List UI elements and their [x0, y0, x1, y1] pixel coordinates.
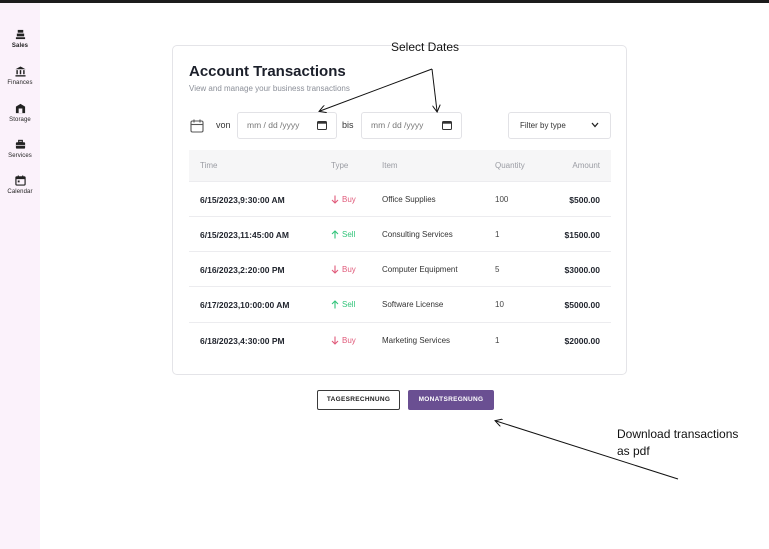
arrow-to-from-date [320, 68, 433, 111]
arrow-to-to-date [431, 68, 437, 111]
annotation-arrows [0, 68, 679, 480]
arrow-to-download-buttons [496, 421, 679, 480]
